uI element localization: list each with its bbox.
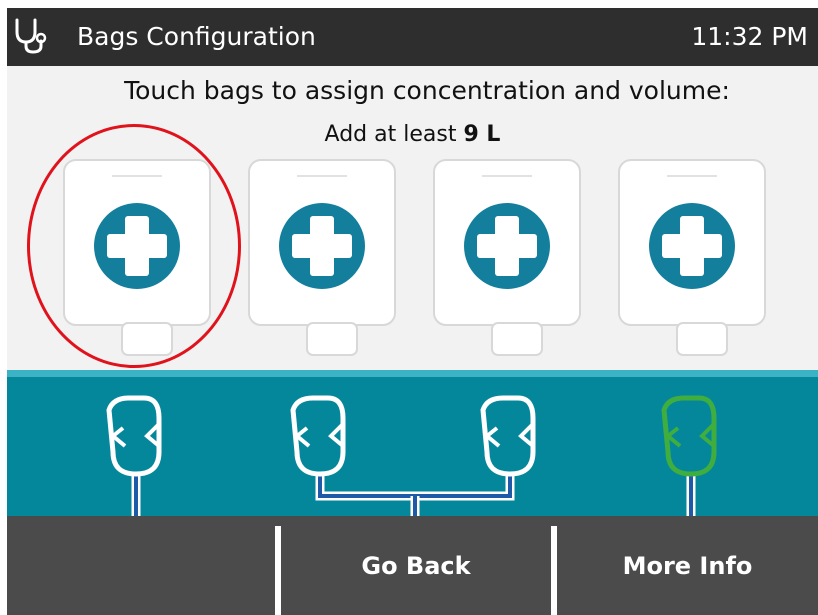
bag-shape <box>618 159 766 356</box>
minimum-volume-text: Add at least 9 L <box>7 122 818 147</box>
add-plus-icon <box>279 203 365 289</box>
clock: 11:32 PM <box>691 22 808 51</box>
add-plus-icon <box>464 203 550 289</box>
bag-slot-1[interactable] <box>62 158 212 363</box>
add-plus-icon <box>94 203 180 289</box>
bag-slot-3[interactable] <box>432 158 582 363</box>
bag-connector-3 <box>480 395 536 477</box>
tubing-manifold <box>315 472 515 516</box>
tubing-panel <box>7 370 818 516</box>
minimum-volume-amount: 9 L <box>463 122 501 147</box>
bag-connector-2 <box>290 395 346 477</box>
bag-shape <box>248 159 396 356</box>
add-plus-icon <box>649 203 735 289</box>
screen-title: Bags Configuration <box>77 22 316 51</box>
screen: Bags Configuration 11:32 PM Touch bags t… <box>7 8 818 615</box>
bag-connector-4 <box>661 395 717 516</box>
bag-slot-2[interactable] <box>247 158 397 363</box>
bag-connector-1 <box>106 395 162 516</box>
bag-shape <box>63 159 211 356</box>
header-bar: Bags Configuration 11:32 PM <box>7 8 818 66</box>
go-back-button[interactable]: Go Back <box>281 516 551 615</box>
bag-shape <box>433 159 581 356</box>
minimum-volume-prefix: Add at least <box>324 122 457 147</box>
footer-empty-button[interactable] <box>7 516 275 615</box>
more-info-button[interactable]: More Info <box>557 516 818 615</box>
bag-slot-4[interactable] <box>617 158 767 363</box>
footer-bar: Go Back More Info <box>7 516 818 615</box>
stethoscope-icon <box>15 18 47 54</box>
instruction-text: Touch bags to assign concentration and v… <box>124 76 730 105</box>
bag-slots <box>7 158 818 373</box>
tubing-diagram <box>106 395 717 516</box>
